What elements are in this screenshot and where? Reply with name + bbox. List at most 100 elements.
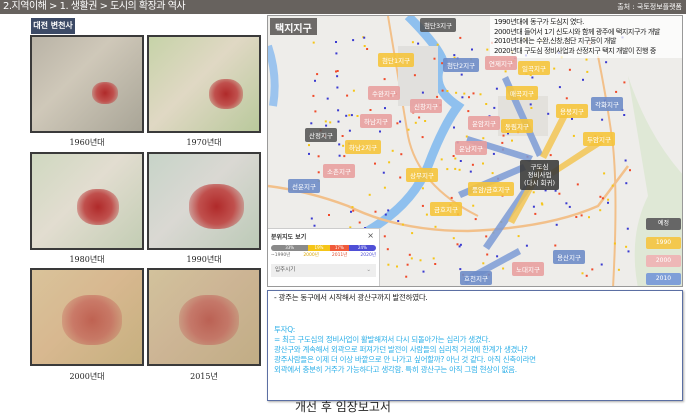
- apartment-dot: [492, 152, 495, 155]
- district-label[interactable]: 신창지구: [410, 99, 442, 113]
- district-label[interactable]: 첨단1지구: [378, 53, 415, 67]
- district-label[interactable]: 선운지구: [288, 179, 320, 193]
- apartment-dot: [317, 171, 320, 174]
- apartment-dot: [485, 103, 488, 105]
- apartment-dot: [356, 115, 359, 117]
- apartment-dot: [607, 201, 609, 204]
- apartment-dot: [501, 141, 504, 144]
- apartment-dot: [571, 117, 573, 120]
- apartment-dot: [601, 118, 604, 121]
- district-label[interactable]: 효천지구: [460, 271, 492, 285]
- apartment-dot: [341, 135, 344, 137]
- map-note: 1990년대에 동구가 도심지 였다. 2000년대 들어서 1기 신도시와 함…: [490, 16, 682, 58]
- apartment-dot: [351, 206, 354, 209]
- note-line: 2020년대 구도심 정비사업과 산정지구 택지 개발이 진행 중: [494, 46, 656, 55]
- district-label[interactable]: 두암지구: [583, 132, 615, 146]
- district-label[interactable]: 첨단2지구: [443, 58, 480, 72]
- apartment-dot: [316, 73, 319, 76]
- apartment-dot: [434, 225, 437, 228]
- apartment-dot: [421, 187, 424, 190]
- old-downtown-label[interactable]: 구도심 정비사업 (다시 회귀): [520, 160, 560, 190]
- center-line: 정비사업: [527, 171, 552, 179]
- apartment-dot: [465, 135, 468, 138]
- apartment-dot: [440, 158, 443, 161]
- apartment-dot: [459, 243, 462, 246]
- apartment-dot: [625, 182, 628, 185]
- apartment-dot: [479, 93, 482, 96]
- district-label[interactable]: 각화지구: [591, 97, 623, 111]
- district-label[interactable]: 산정지구: [305, 128, 337, 142]
- investment-line: = 최근 구도심의 정비사업이 활발해져서 다시 되돌아가는 심리가 생겼다.: [274, 335, 491, 344]
- district-label[interactable]: 매곡지구: [506, 86, 538, 100]
- district-label[interactable]: 용봉지구: [556, 104, 588, 118]
- district-label[interactable]: 연제지구: [485, 56, 517, 70]
- apartment-dot: [419, 259, 422, 262]
- segment-2011: 17%: [329, 245, 349, 251]
- apartment-dot: [472, 92, 475, 95]
- legend-2010: 2010: [646, 273, 681, 285]
- apartment-dot: [461, 96, 464, 99]
- move-in-select[interactable]: 입주시기 ⌄: [271, 264, 376, 277]
- apartment-dot: [493, 106, 496, 109]
- district-label[interactable]: 운남지구: [455, 141, 487, 155]
- legend-2000: 2000: [646, 255, 681, 267]
- apartment-dot: [405, 275, 408, 278]
- district-map[interactable]: 택지지구 1990년대에 동구가 도심지 였다. 2000년대 들어서 1기 신…: [267, 15, 683, 287]
- district-label[interactable]: 일곡지구: [518, 61, 550, 75]
- apartment-dot: [458, 168, 461, 171]
- segment-2020: 24%: [348, 245, 376, 251]
- apartment-dot: [335, 41, 337, 43]
- district-label[interactable]: 하남지구: [360, 114, 392, 128]
- apartment-dot: [502, 134, 505, 137]
- district-label[interactable]: 노대지구: [512, 262, 544, 276]
- investment-line: 광산구와 계속해서 외곽으로 퍼져가던 발전이 사람들의 심리적 거리에 한계가…: [274, 345, 528, 354]
- district-label[interactable]: 용산지구: [553, 250, 585, 264]
- apartment-dot: [452, 237, 455, 240]
- apartment-dot: [572, 134, 575, 137]
- district-label[interactable]: 첨단3지구: [420, 18, 457, 32]
- apartment-dot: [383, 235, 386, 238]
- district-label[interactable]: 동림지구: [501, 119, 533, 133]
- district-label[interactable]: 금호지구: [430, 202, 462, 216]
- apartment-dot: [585, 58, 588, 61]
- apartment-dot: [436, 43, 439, 46]
- apartment-dot: [399, 176, 402, 179]
- apartment-dot: [599, 209, 602, 212]
- district-label[interactable]: 운암지구: [468, 116, 500, 130]
- district-label[interactable]: 하남2지구: [345, 140, 382, 154]
- apartment-dot: [446, 90, 449, 92]
- apartment-dot: [384, 107, 386, 110]
- apartment-dot: [432, 257, 435, 260]
- apartment-dot: [313, 224, 316, 227]
- filter-popup: 분위지도 보기 × 33% 19% 17% 24% ~1990년 2000년 2…: [268, 228, 380, 286]
- apartment-dot: [399, 120, 402, 123]
- apartment-dot: [314, 79, 316, 82]
- apartment-dot: [482, 137, 485, 140]
- apartment-dot: [338, 154, 341, 157]
- apartment-dot: [450, 196, 453, 199]
- apartment-dot: [575, 216, 578, 218]
- apartment-dot: [386, 248, 389, 251]
- caption-1980: 1980년대: [69, 255, 105, 264]
- apartment-dot: [421, 204, 424, 207]
- district-label[interactable]: 수완지구: [368, 86, 400, 100]
- close-icon[interactable]: ×: [367, 231, 374, 240]
- year-label: 2000년: [303, 253, 319, 258]
- apartment-dot: [374, 210, 377, 213]
- apartment-dot: [350, 114, 353, 117]
- apartment-dot: [413, 74, 416, 77]
- apartment-dot: [388, 161, 391, 164]
- apartment-dot: [379, 130, 381, 133]
- district-label[interactable]: 풍암/금호지구: [468, 182, 515, 196]
- district-label[interactable]: 상무지구: [406, 168, 438, 182]
- apartment-dot: [623, 114, 626, 116]
- header-bar: 2.지역이해 > 1. 생활권 > 도시의 확장과 역사 출처 : 국토정보플랫…: [0, 0, 686, 14]
- apartment-dot: [336, 86, 339, 89]
- apartment-dot: [459, 268, 462, 271]
- apartment-dot: [456, 243, 459, 246]
- district-label[interactable]: 소촌지구: [323, 164, 355, 178]
- apartment-dot: [624, 159, 627, 162]
- apartment-dot: [338, 143, 341, 146]
- apartment-dot: [599, 195, 602, 198]
- apartment-dot: [312, 41, 315, 44]
